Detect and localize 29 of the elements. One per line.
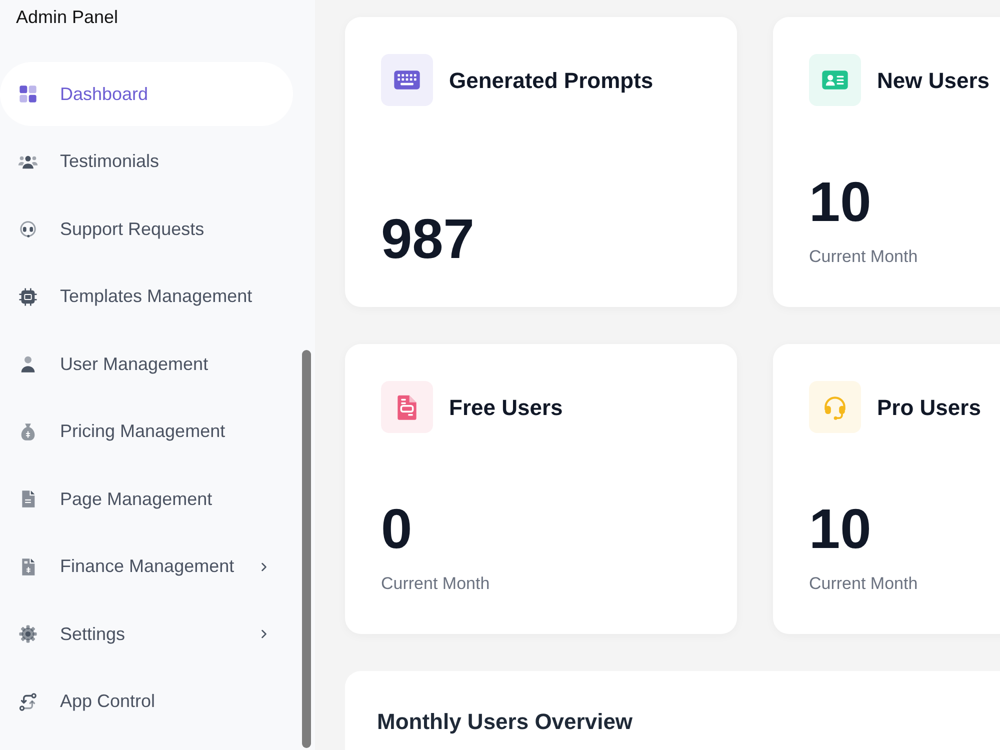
nav-item[interactable]: Templates Management — [0, 264, 293, 328]
nav-item[interactable]: App Control — [0, 670, 293, 734]
card-title: Generated Prompts — [449, 66, 654, 95]
grid-icon — [18, 84, 38, 104]
card-title: Free Users — [449, 394, 563, 422]
nav-item[interactable]: Dashboard — [0, 62, 293, 126]
stat-period: Current Month — [381, 572, 491, 594]
arrows-icon — [18, 692, 38, 712]
stat-period: Current Month — [809, 246, 919, 267]
chart-title: Monthly Users Overview — [377, 709, 633, 734]
stat-value: 10 — [809, 500, 872, 557]
stat-value: 10 — [809, 174, 872, 230]
nav-item[interactable]: Finance Management — [0, 534, 293, 598]
app-title: Admin Panel — [16, 6, 120, 28]
nav-item[interactable]: Pricing Management — [0, 400, 293, 464]
scrollbar-thumb[interactable] — [302, 350, 311, 748]
card-title: New Users — [877, 66, 990, 94]
nav-item[interactable]: Testimonials — [0, 130, 293, 194]
settings-icon — [18, 624, 38, 644]
nav-item[interactable]: User Management — [0, 332, 293, 396]
nav-item[interactable]: Support Requests — [0, 197, 293, 261]
nav-item[interactable]: Page Management — [0, 467, 293, 531]
stat-period: Current Month — [809, 572, 919, 594]
nav-item[interactable]: Settings — [0, 602, 293, 666]
stat-value: 0 — [381, 500, 414, 557]
chip-icon — [18, 286, 38, 306]
headset-icon — [18, 219, 38, 239]
stat-value: 987 — [381, 211, 476, 267]
card-title: Pro Users — [877, 394, 981, 422]
